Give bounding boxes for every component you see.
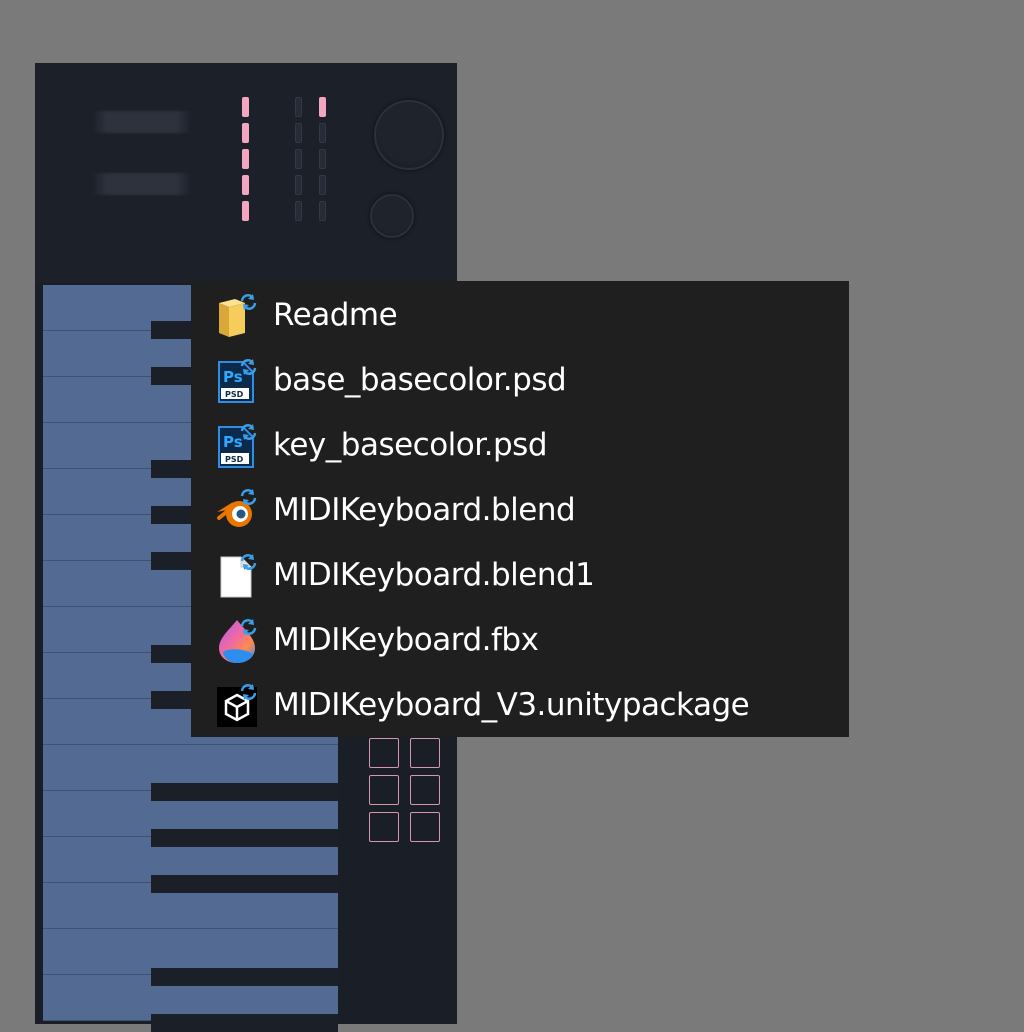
svg-text:Ps: Ps bbox=[223, 368, 243, 386]
level-meter-segment bbox=[295, 97, 302, 117]
drum-pad bbox=[369, 775, 399, 805]
level-meter-segment bbox=[295, 149, 302, 169]
drum-pad bbox=[410, 738, 440, 768]
small-knob bbox=[370, 194, 414, 238]
file-name: key_basecolor.psd bbox=[273, 427, 548, 463]
control-panel bbox=[35, 63, 457, 283]
file-name: MIDIKeyboard.blend bbox=[273, 492, 576, 528]
file-item-key-basecolor-psd[interactable]: Ps PSD key_basecolor.psd bbox=[191, 413, 849, 478]
file-name: MIDIKeyboard.blend1 bbox=[273, 557, 595, 593]
svg-text:PSD: PSD bbox=[225, 390, 244, 399]
file-item-midikeyboard-blend1[interactable]: MIDIKeyboard.blend1 bbox=[191, 543, 849, 608]
fader-slot bbox=[92, 173, 192, 195]
level-meter-segment bbox=[295, 201, 302, 221]
level-meter-segment bbox=[319, 201, 326, 221]
sync-arrows-icon bbox=[240, 294, 257, 310]
level-meter-segment bbox=[319, 123, 326, 143]
photoshop-psd-icon: Ps PSD bbox=[215, 358, 259, 404]
svg-text:Ps: Ps bbox=[223, 433, 243, 451]
black-key bbox=[151, 968, 338, 986]
level-meter-segment bbox=[295, 123, 302, 143]
file-item-readme[interactable]: Readme bbox=[191, 283, 849, 348]
drum-pad bbox=[410, 775, 440, 805]
level-meter-segment bbox=[242, 175, 249, 195]
drum-pad bbox=[369, 738, 399, 768]
fader-slot bbox=[92, 111, 192, 133]
level-meter-segment bbox=[295, 175, 302, 195]
file-item-midikeyboard-fbx[interactable]: MIDIKeyboard.fbx bbox=[191, 608, 849, 673]
folder-icon bbox=[215, 293, 259, 339]
file-item-base-basecolor-psd[interactable]: Ps PSD base_basecolor.psd bbox=[191, 348, 849, 413]
unity-package-icon bbox=[215, 683, 259, 729]
drum-pad bbox=[410, 812, 440, 842]
file-list-panel: Readme Ps PSD base_basecolor.psd Ps PSD … bbox=[191, 281, 849, 737]
file-name: base_basecolor.psd bbox=[273, 362, 567, 398]
file-item-midikeyboard-v3-unitypackage[interactable]: MIDIKeyboard_V3.unitypackage bbox=[191, 673, 849, 738]
file-name: MIDIKeyboard_V3.unitypackage bbox=[273, 687, 750, 723]
black-key bbox=[151, 875, 338, 893]
svg-text:PSD: PSD bbox=[225, 455, 244, 464]
large-knob bbox=[374, 100, 444, 170]
black-key bbox=[151, 783, 338, 801]
photoshop-psd-icon: Ps PSD bbox=[215, 423, 259, 469]
fbx-app-icon bbox=[215, 618, 259, 664]
level-meter-segment bbox=[242, 149, 249, 169]
level-meter-segment bbox=[319, 149, 326, 169]
level-meter-segment bbox=[242, 201, 249, 221]
file-name: Readme bbox=[273, 297, 398, 333]
file-name: MIDIKeyboard.fbx bbox=[273, 622, 539, 658]
level-meter-segment bbox=[242, 123, 249, 143]
file-item-midikeyboard-blend[interactable]: MIDIKeyboard.blend bbox=[191, 478, 849, 543]
black-key bbox=[151, 829, 338, 847]
blender-icon bbox=[215, 488, 259, 534]
black-key bbox=[151, 1014, 338, 1032]
drum-pad bbox=[369, 812, 399, 842]
blank-file-icon bbox=[215, 553, 259, 599]
level-meter-segment bbox=[319, 175, 326, 195]
level-meter-segment bbox=[319, 97, 326, 117]
level-meter-segment bbox=[242, 97, 249, 117]
